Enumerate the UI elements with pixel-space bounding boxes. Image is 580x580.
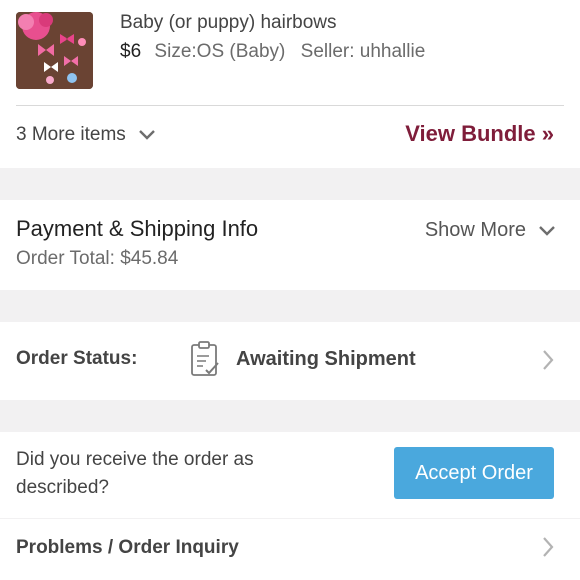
show-more-label: Show More: [424, 219, 526, 241]
accept-order-button[interactable]: Accept Order: [394, 447, 554, 499]
item-size: Size:OS (Baby): [154, 41, 286, 62]
more-items-toggle[interactable]: 3 More items: [16, 124, 156, 146]
show-more-toggle[interactable]: Show More: [425, 219, 556, 242]
chevron-right-icon: [543, 350, 554, 370]
order-total: Order Total: $45.84: [16, 248, 179, 269]
item-seller[interactable]: Seller: uhhallie: [301, 41, 426, 62]
order-status-label: Order Status:: [16, 348, 138, 369]
receive-order-card: Did you receive the order as described? …: [0, 432, 580, 518]
view-bundle-link[interactable]: View Bundle »: [405, 121, 554, 147]
item-meta: $6 Size:OS (Baby) Seller: uhhallie: [120, 41, 425, 63]
payment-title: Payment & Shipping Info: [16, 216, 259, 241]
problems-label: Problems / Order Inquiry: [16, 537, 239, 558]
order-status-value: Awaiting Shipment: [236, 348, 416, 370]
clipboard-check-icon: [191, 341, 219, 376]
payment-card: Payment & Shipping Info Order Total: $45…: [0, 200, 580, 290]
item-divider: [16, 105, 564, 106]
more-items-label: 3 More items: [16, 124, 126, 145]
chevron-down-icon: [539, 225, 555, 236]
hairbows-photo-icon: [16, 12, 93, 89]
item-price: $6: [120, 41, 142, 62]
receive-question: Did you receive the order as described?: [16, 449, 254, 498]
item-card: Baby (or puppy) hairbows $6 Size:OS (Bab…: [0, 0, 580, 168]
problems-inquiry-row[interactable]: Problems / Order Inquiry: [0, 519, 580, 580]
chevron-right-icon: [543, 537, 554, 557]
item-thumbnail[interactable]: [16, 12, 93, 89]
order-status-row[interactable]: Order Status: Awaiting Shipment: [0, 322, 580, 400]
chevron-down-icon: [138, 130, 155, 140]
item-title[interactable]: Baby (or puppy) hairbows: [120, 12, 337, 34]
